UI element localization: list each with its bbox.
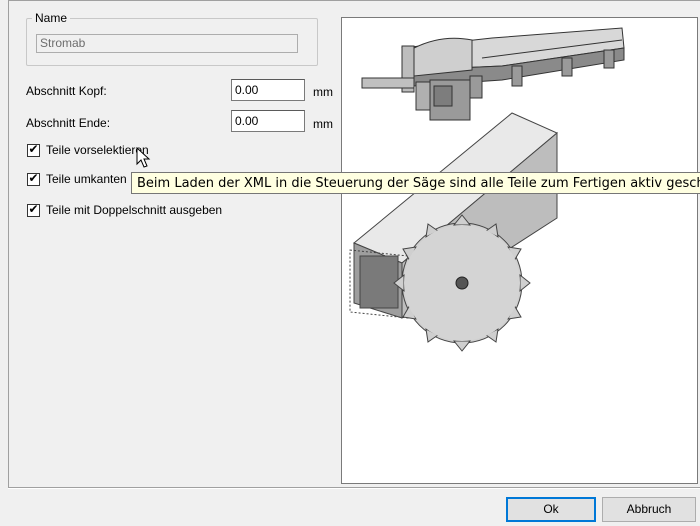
abschnitt-ende-input[interactable]: 0.00 xyxy=(231,110,305,132)
name-field[interactable]: Stromab xyxy=(36,34,298,53)
saw-machine-illustration xyxy=(349,27,625,352)
teile-umkanten-label[interactable]: Teile umkanten xyxy=(46,171,127,187)
dialog-frame-top xyxy=(8,0,700,1)
abschnitt-kopf-label: Abschnitt Kopf: xyxy=(26,84,107,98)
tooltip: Beim Laden der XML in die Steuerung der … xyxy=(131,172,700,194)
name-group-legend: Name xyxy=(32,11,71,25)
teile-vorselektieren-label[interactable]: Teile vorselektieren xyxy=(46,142,149,158)
teile-umkanten-checkbox[interactable]: ✔ xyxy=(27,171,40,186)
abschnitt-ende-unit: mm xyxy=(313,117,333,131)
teile-doppelschnitt-checkbox[interactable]: ✔ xyxy=(27,202,40,217)
checkmark-icon: ✔ xyxy=(28,202,39,216)
abschnitt-kopf-unit: mm xyxy=(313,85,333,99)
teile-doppelschnitt-label[interactable]: Teile mit Doppelschnitt ausgeben xyxy=(46,202,222,218)
abschnitt-ende-label: Abschnitt Ende: xyxy=(26,116,111,130)
mouse-pointer-icon xyxy=(136,146,152,172)
abschnitt-kopf-input[interactable]: 0.00 xyxy=(231,79,305,101)
checkmark-icon: ✔ xyxy=(28,142,39,156)
teile-vorselektieren-checkbox[interactable]: ✔ xyxy=(27,142,40,157)
ok-button[interactable]: Ok xyxy=(506,497,596,522)
saw-illustration xyxy=(341,17,698,484)
checkmark-icon: ✔ xyxy=(28,171,39,185)
cancel-button[interactable]: Abbruch xyxy=(602,497,696,522)
dialog-frame-bottom-highlight xyxy=(8,488,700,489)
dialog-frame-left xyxy=(8,0,9,488)
